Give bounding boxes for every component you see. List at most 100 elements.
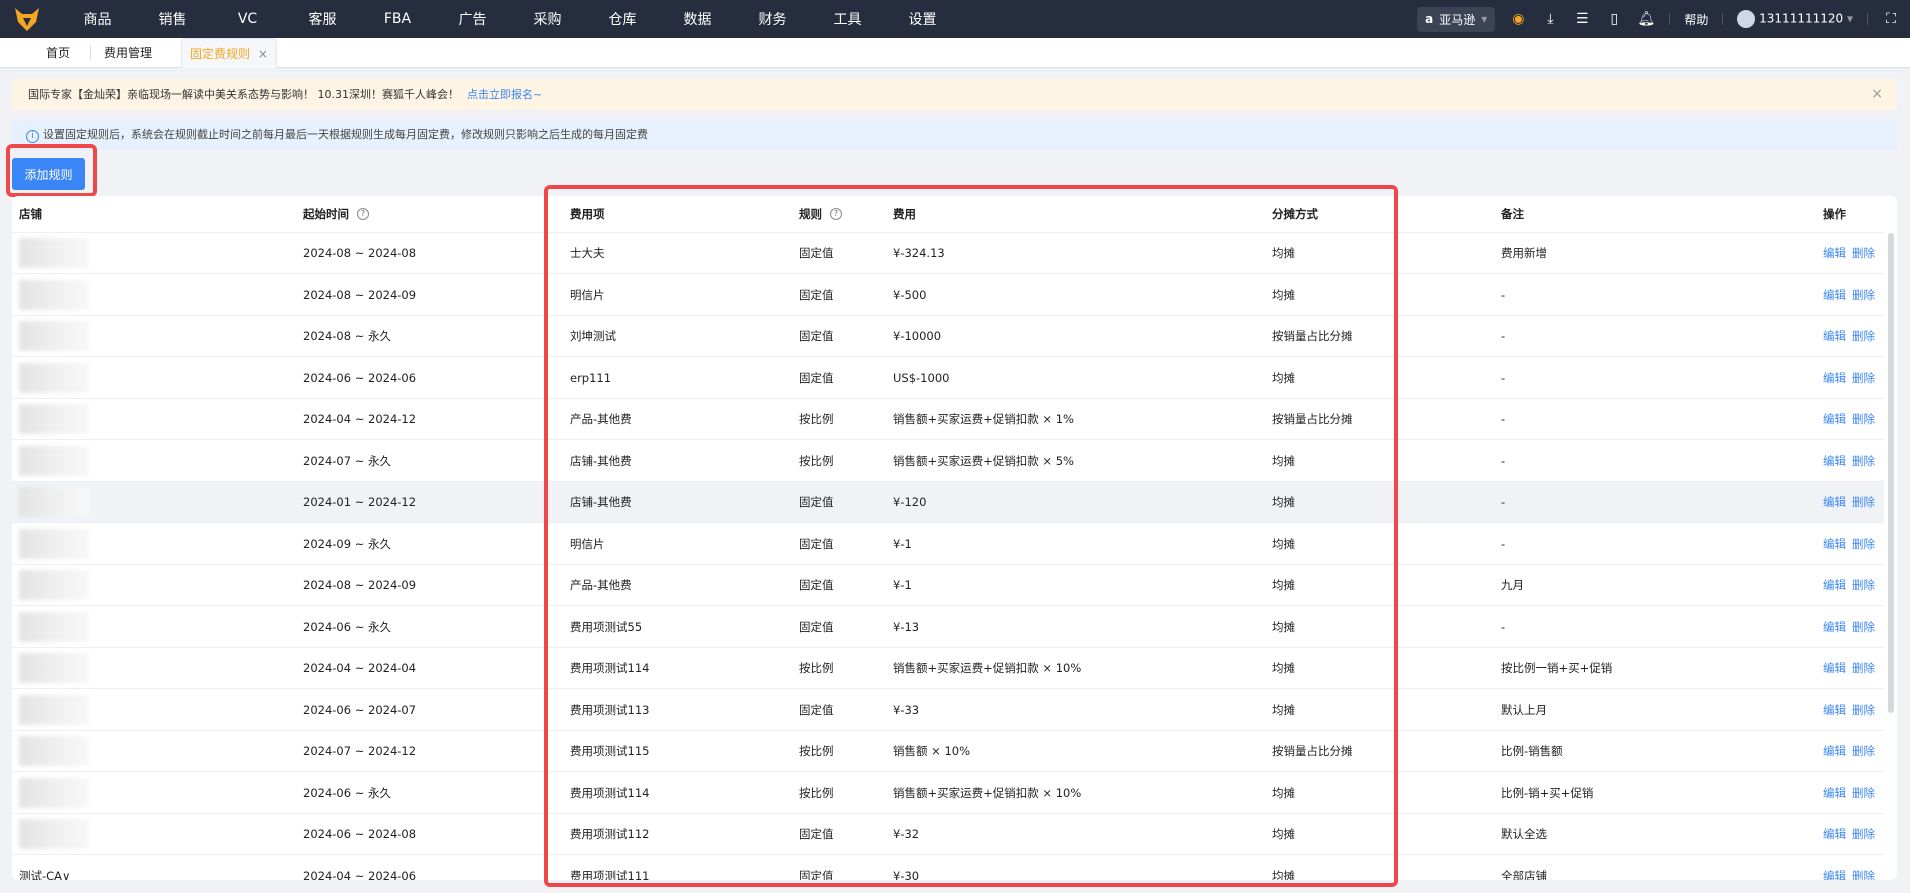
delete-link[interactable]: 删除 [1852,287,1875,303]
fee-amount: ¥-32 [893,827,920,841]
menu-item[interactable]: 客服 [285,9,360,29]
edit-link[interactable]: 编辑 [1823,536,1846,552]
edit-link[interactable]: 编辑 [1823,453,1846,469]
divider [90,46,91,60]
help-icon[interactable]: ? [357,208,369,220]
delete-link[interactable]: 删除 [1852,743,1875,759]
user-menu[interactable]: 13111111120 ▾ [1737,10,1853,28]
menu-item[interactable]: 采购 [510,9,585,29]
rule-type: 固定值 [799,578,834,592]
edit-link[interactable]: 编辑 [1823,826,1846,842]
tab-fee-management[interactable]: 费用管理 [104,38,152,68]
task-list-icon[interactable]: ☰ [1573,10,1591,28]
add-rule-button[interactable]: 添加规则 [12,158,85,190]
menu-item[interactable]: 销售 [135,9,210,29]
store-name[interactable]: 测试-CA∨ [19,868,70,881]
table-row: 2024-08 ~ 2024-09 产品-其他费 固定值 ¥-1 均摊 九月 编辑 删除 [12,565,1884,606]
help-icon[interactable]: ? [830,208,842,220]
caret-down-icon: ▾ [1846,11,1853,26]
rule-type: 按比例 [799,453,834,468]
edit-link[interactable]: 编辑 [1823,577,1846,593]
menu-item[interactable]: 工具 [810,9,885,29]
menu-item[interactable]: 设置 [885,9,960,29]
table-row: 2024-09 ~ 永久 明信片 固定值 ¥-1 均摊 - 编辑 删除 [12,524,1884,565]
menu-item[interactable]: VC [210,11,285,27]
delete-link[interactable]: 删除 [1852,494,1875,510]
row-actions: 编辑 删除 [1823,773,1881,813]
mobile-icon[interactable]: ▯ [1605,10,1623,28]
menu-item[interactable]: 财务 [735,9,810,29]
menu-item[interactable]: FBA [360,11,435,27]
rule-type: 按比例 [799,744,834,758]
fee-item: 费用项测试115 [570,744,650,758]
delete-link[interactable]: 删除 [1852,577,1875,593]
row-actions: 编辑 删除 [1823,607,1881,647]
note: - [1501,536,1506,551]
close-tab-icon[interactable]: × [258,47,268,61]
delete-link[interactable]: 删除 [1852,411,1875,427]
delete-link[interactable]: 删除 [1852,328,1875,344]
edit-link[interactable]: 编辑 [1823,619,1846,635]
edit-link[interactable]: 编辑 [1823,328,1846,344]
row-actions: 编辑 删除 [1823,233,1881,273]
page-tabs: 首页 费用管理 固定费规则 × [0,38,1910,68]
fullscreen-icon[interactable]: ⛶ [1882,10,1900,28]
delete-link[interactable]: 删除 [1852,245,1875,261]
delete-link[interactable]: 删除 [1852,660,1875,676]
tab-home[interactable]: 首页 [46,38,70,68]
store-name-blurred [19,819,89,849]
table-row: 2024-06 ~ 永久 费用项测试114 按比例 销售额+买家运费+促销扣款 × 1… [12,773,1884,814]
store-name-blurred [19,653,89,683]
edit-link[interactable]: 编辑 [1823,660,1846,676]
divider [1669,13,1671,25]
banner-signup-link[interactable]: 点击立即报名~ [467,88,542,101]
table-header: 店铺 起始时间? 费用项 规则? 费用 分摊方式 备注 操作 [12,196,1884,233]
help-link[interactable]: 帮助 [1684,11,1708,28]
download-icon[interactable]: ⤓ [1541,10,1559,28]
menu-item[interactable]: 商品 [60,9,135,29]
delete-link[interactable]: 删除 [1852,619,1875,635]
rules-table: 店铺 起始时间? 费用项 规则? 费用 分摊方式 备注 操作 2024-08 ~… [12,196,1897,880]
store-name-blurred [19,404,89,434]
delete-link[interactable]: 删除 [1852,868,1875,881]
menu-item[interactable]: 广告 [435,9,510,29]
platform-selector[interactable]: a 亚马逊 ▾ [1417,6,1496,32]
edit-link[interactable]: 编辑 [1823,743,1846,759]
delete-link[interactable]: 删除 [1852,536,1875,552]
store [19,275,89,315]
delete-link[interactable]: 删除 [1852,370,1875,386]
allocation-method: 均摊 [1272,702,1295,717]
store [19,648,89,688]
fee-item: 明信片 [570,536,605,551]
tab-fixed-fee-rules[interactable]: 固定费规则 × [181,38,277,68]
bell-icon[interactable]: 🔔︎ [1637,10,1655,28]
table-row: 2024-06 ~ 永久 费用项测试55 固定值 ¥-13 均摊 - 编辑 删除 [12,607,1884,648]
edit-link[interactable]: 编辑 [1823,287,1846,303]
edit-link[interactable]: 编辑 [1823,785,1846,801]
note: 比例-销售额 [1501,744,1563,758]
delete-link[interactable]: 删除 [1852,453,1875,469]
fox-logo-icon[interactable] [14,6,40,32]
edit-link[interactable]: 编辑 [1823,702,1846,718]
edit-link[interactable]: 编辑 [1823,245,1846,261]
menu-item[interactable]: 仓库 [585,9,660,29]
delete-link[interactable]: 删除 [1852,826,1875,842]
table-row: 2024-07 ~ 2024-12 费用项测试115 按比例 销售额 × 10% 按销量… [12,731,1884,772]
rule-type: 固定值 [799,287,834,302]
rule-type: 固定值 [799,246,834,260]
edit-link[interactable]: 编辑 [1823,868,1846,881]
table-row: 2024-06 ~ 2024-08 费用项测试112 固定值 ¥-32 均摊 默认全选 编辑… [12,814,1884,855]
close-banner-icon[interactable]: × [1871,79,1883,110]
delete-link[interactable]: 删除 [1852,785,1875,801]
support-icon[interactable]: ◉ [1509,10,1527,28]
rule-type: 按比例 [799,785,834,800]
menu-item[interactable]: 数据 [660,9,735,29]
edit-link[interactable]: 编辑 [1823,370,1846,386]
edit-link[interactable]: 编辑 [1823,411,1846,427]
avatar [1737,10,1756,28]
edit-link[interactable]: 编辑 [1823,494,1846,510]
delete-link[interactable]: 删除 [1852,702,1875,718]
scrollbar[interactable] [1888,233,1894,713]
rule-type: 固定值 [799,868,834,881]
allocation-method: 按销量占比分摊 [1272,744,1353,758]
